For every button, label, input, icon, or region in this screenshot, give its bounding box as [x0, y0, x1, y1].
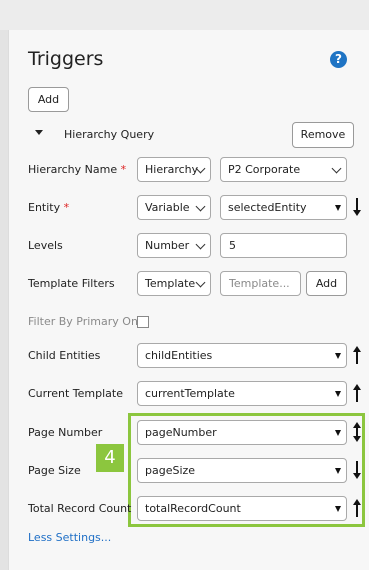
- page-size-label: Page Size: [28, 464, 81, 477]
- template-filters-label: Template Filters: [28, 277, 115, 290]
- required-marker: *: [120, 163, 127, 176]
- hierarchy-name-value-select[interactable]: P2 Corporate: [220, 157, 347, 182]
- remove-button[interactable]: Remove: [292, 122, 354, 148]
- chevron-down-icon: [195, 277, 206, 288]
- dropdown-triangle-icon: [335, 391, 341, 397]
- levels-type-select[interactable]: Number: [137, 233, 211, 258]
- dropdown-triangle-icon: [335, 353, 341, 359]
- chevron-down-icon: [195, 201, 206, 212]
- triggers-panel: Triggers ? Add Hierarchy Query Remove Hi…: [8, 30, 369, 570]
- less-settings-link[interactable]: Less Settings...: [28, 531, 111, 544]
- arrow-up-icon[interactable]: [351, 382, 363, 404]
- filter-primary-checkbox[interactable]: [137, 316, 149, 328]
- page-title: Triggers: [28, 48, 104, 70]
- child-entities-select[interactable]: childEntities: [137, 343, 347, 368]
- page-number-label: Page Number: [28, 426, 103, 439]
- question-circle-icon[interactable]: ?: [330, 51, 347, 68]
- hierarchy-name-label: Hierarchy Name *: [28, 163, 127, 176]
- levels-input[interactable]: 5: [220, 233, 347, 258]
- template-filters-type-select[interactable]: Template: [137, 271, 211, 296]
- dropdown-triangle-icon: [335, 468, 341, 474]
- entity-type-select[interactable]: Variable: [137, 195, 211, 220]
- filter-primary-label: Filter By Primary Only: [28, 315, 148, 328]
- left-gutter: [0, 30, 8, 570]
- total-record-count-select[interactable]: totalRecordCount: [137, 496, 347, 521]
- entity-label: Entity *: [28, 201, 70, 214]
- arrow-up-down-icon[interactable]: [351, 421, 363, 443]
- arrow-down-icon[interactable]: [351, 459, 363, 481]
- arrow-up-icon[interactable]: [351, 497, 363, 519]
- dropdown-triangle-icon: [335, 430, 341, 436]
- page-size-select[interactable]: pageSize: [137, 458, 347, 483]
- total-record-count-label: Total Record Count: [28, 502, 132, 515]
- dropdown-triangle-icon: [335, 506, 341, 512]
- entity-value-select[interactable]: selectedEntity: [220, 195, 347, 220]
- arrow-up-icon[interactable]: [351, 344, 363, 366]
- required-marker: *: [63, 201, 70, 214]
- dropdown-triangle-icon: [335, 205, 341, 211]
- template-filters-add-button[interactable]: Add: [306, 271, 347, 296]
- arrow-down-icon[interactable]: [351, 196, 363, 218]
- template-filters-input[interactable]: Template...: [220, 271, 301, 296]
- chevron-down-icon: [195, 239, 206, 250]
- hierarchy-name-type-select[interactable]: Hierarchy: [137, 157, 211, 182]
- chevron-down-icon: [331, 163, 342, 174]
- add-trigger-button[interactable]: Add: [28, 87, 69, 112]
- section-title: Hierarchy Query: [64, 128, 155, 141]
- levels-label: Levels: [28, 239, 63, 252]
- current-template-select[interactable]: currentTemplate: [137, 381, 347, 406]
- top-bar: [0, 0, 369, 31]
- current-template-label: Current Template: [28, 387, 124, 400]
- callout-badge: 4: [96, 444, 124, 472]
- collapse-caret-icon[interactable]: [35, 130, 43, 135]
- page-number-select[interactable]: pageNumber: [137, 420, 347, 445]
- child-entities-label: Child Entities: [28, 349, 101, 362]
